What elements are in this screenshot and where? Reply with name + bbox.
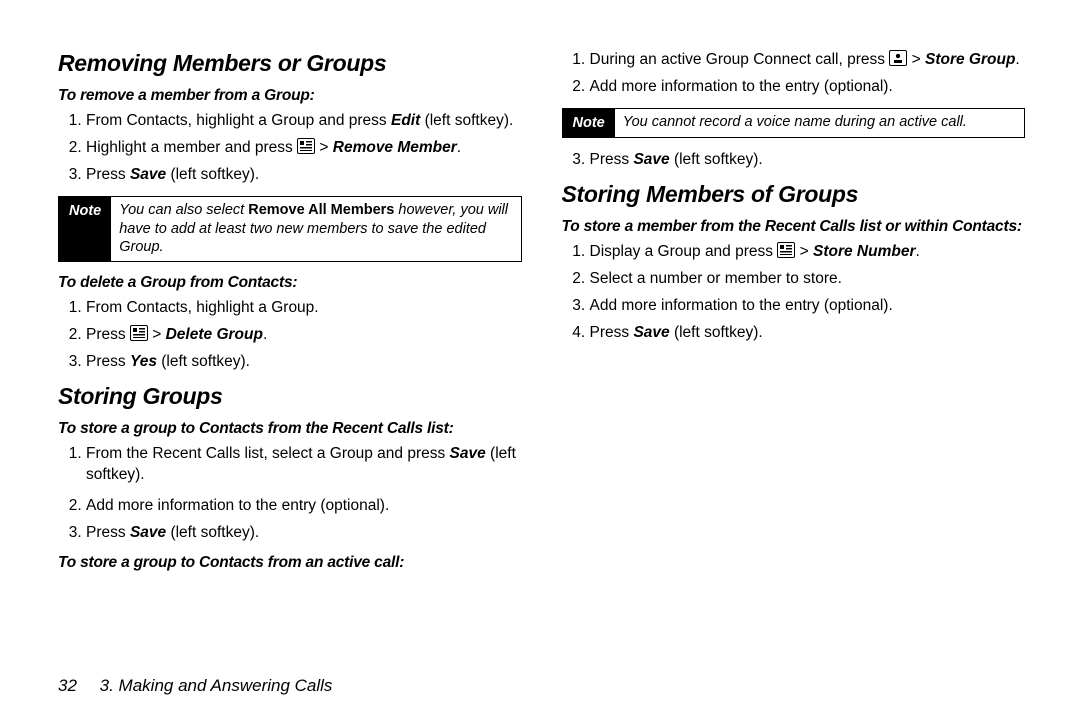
list-item: Press Save (left softkey). <box>590 150 1026 171</box>
note-body: You cannot record a voice name during an… <box>615 109 975 137</box>
list-item: During an active Group Connect call, pre… <box>590 50 1026 71</box>
heading-removing: Removing Members or Groups <box>58 50 522 77</box>
note-box: Note You can also select Remove All Memb… <box>58 196 522 263</box>
list-item: Press Save (left softkey). <box>86 523 522 544</box>
list-item: Press Yes (left softkey). <box>86 352 522 373</box>
subhead-store-member: To store a member from the Recent Calls … <box>562 218 1026 236</box>
heading-storing-members: Storing Members of Groups <box>562 181 1026 208</box>
page-footer: 32 3. Making and Answering Calls <box>58 676 332 696</box>
list-item: Add more information to the entry (optio… <box>590 296 1026 317</box>
list-item: Add more information to the entry (optio… <box>86 496 522 517</box>
steps-store-recent: From the Recent Calls list, select a Gro… <box>58 444 522 486</box>
manual-page: Removing Members or Groups To remove a m… <box>0 0 1080 620</box>
subhead-store-active: To store a group to Contacts from an act… <box>58 554 522 572</box>
note-box: Note You cannot record a voice name duri… <box>562 108 1026 138</box>
steps-store-member: Display a Group and press > Store Number… <box>562 242 1026 344</box>
list-item: Highlight a member and press > Remove Me… <box>86 138 522 159</box>
steps-store-active-cont: Press Save (left softkey). <box>562 150 1026 171</box>
steps-remove-member: From Contacts, highlight a Group and pre… <box>58 111 522 186</box>
subhead-delete-group: To delete a Group from Contacts: <box>58 274 522 292</box>
options-icon <box>777 242 795 258</box>
options-icon <box>130 325 148 341</box>
list-item: Select a number or member to store. <box>590 269 1026 290</box>
subhead-remove-member: To remove a member from a Group: <box>58 87 522 105</box>
steps-store-active: During an active Group Connect call, pre… <box>562 50 1026 98</box>
steps-store-recent-cont: Add more information to the entry (optio… <box>58 496 522 544</box>
options-icon <box>297 138 315 154</box>
list-item: Press Save (left softkey). <box>86 165 522 186</box>
list-item: Press Save (left softkey). <box>590 323 1026 344</box>
contacts-icon <box>889 50 907 66</box>
steps-delete-group: From Contacts, highlight a Group. Press … <box>58 298 522 373</box>
chapter-title: 3. Making and Answering Calls <box>100 676 333 695</box>
page-number: 32 <box>58 676 77 695</box>
subhead-store-recent: To store a group to Contacts from the Re… <box>58 420 522 438</box>
list-item: From Contacts, highlight a Group and pre… <box>86 111 522 132</box>
list-item: From the Recent Calls list, select a Gro… <box>86 444 522 486</box>
heading-storing-groups: Storing Groups <box>58 383 522 410</box>
list-item: Add more information to the entry (optio… <box>590 77 1026 98</box>
note-label: Note <box>563 109 615 137</box>
note-body: You can also select Remove All Members h… <box>111 197 520 262</box>
list-item: Press > Delete Group. <box>86 325 522 346</box>
note-label: Note <box>59 197 111 262</box>
list-item: From Contacts, highlight a Group. <box>86 298 522 319</box>
list-item: Display a Group and press > Store Number… <box>590 242 1026 263</box>
